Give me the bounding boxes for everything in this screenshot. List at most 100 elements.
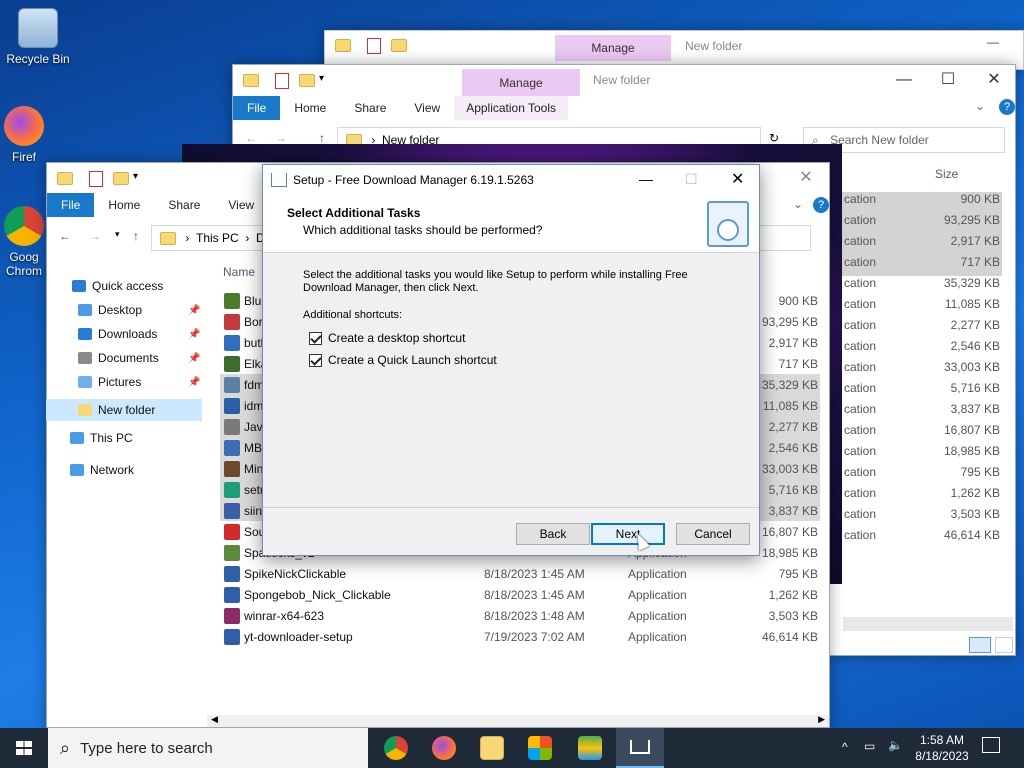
desktop-icon-chrome[interactable]: Goog Chrom: [2, 206, 46, 278]
maximize-button[interactable]: ☐: [925, 65, 971, 95]
recent-locations-icon[interactable]: ▾: [115, 229, 120, 240]
firefox-taskbar-icon[interactable]: [432, 736, 456, 760]
tab-share[interactable]: Share: [154, 198, 214, 212]
start-button[interactable]: [0, 728, 48, 768]
file-row[interactable]: winrar-x64-623 8/18/2023 1:48 AM Applicati…: [220, 605, 820, 626]
taskbar: ⌕ Type here to search ^ ▭ 🔈 1:58 AM 8/18…: [0, 728, 1024, 768]
list-item[interactable]: cation 2,277 KB: [842, 318, 1002, 339]
sidebar-item-downloads[interactable]: Downloads 📌: [78, 327, 200, 341]
sidebar-item-documents[interactable]: Documents 📌: [78, 351, 200, 365]
list-item[interactable]: cation 18,985 KB: [842, 444, 1002, 465]
show-hidden-icons[interactable]: ^: [842, 740, 848, 754]
scroll-right-icon[interactable]: ▶: [818, 714, 825, 725]
list-item[interactable]: cation 2,917 KB: [842, 234, 1002, 255]
desktop-icon-firefox[interactable]: Firef: [2, 106, 46, 164]
manage-tab[interactable]: Manage: [462, 69, 580, 97]
back-button[interactable]: Back: [516, 523, 590, 545]
list-item[interactable]: cation 33,003 KB: [842, 360, 1002, 381]
minimize-button[interactable]: —: [639, 171, 653, 187]
tab-file[interactable]: File: [233, 96, 281, 120]
store-taskbar-icon[interactable]: [528, 736, 552, 760]
taskbar-search-box[interactable]: ⌕ Type here to search: [48, 728, 368, 768]
list-item[interactable]: cation 717 KB: [842, 255, 1002, 276]
horizontal-scrollbar[interactable]: ◀ ▶: [207, 714, 829, 727]
sidebar-item-new-folder[interactable]: New folder: [46, 399, 202, 421]
installer-taskbar-icon[interactable]: [616, 728, 664, 768]
sidebar-item-this-pc[interactable]: This PC: [70, 431, 133, 445]
search-icon: ⌕: [60, 737, 71, 758]
list-item[interactable]: cation 900 KB: [842, 192, 1002, 213]
list-item[interactable]: cation 11,085 KB: [842, 297, 1002, 318]
clock-time: 1:58 AM: [919, 733, 965, 747]
chevron-down-icon[interactable]: ⌄: [793, 197, 803, 211]
list-item[interactable]: cation 2,546 KB: [842, 339, 1002, 360]
desktop-icon-recycle-bin[interactable]: Recycle Bin: [2, 8, 74, 66]
minimize-button[interactable]: —: [881, 65, 927, 95]
column-header-size[interactable]: Size: [935, 167, 958, 181]
list-item[interactable]: cation 3,837 KB: [842, 402, 1002, 423]
help-icon[interactable]: ?: [813, 197, 829, 213]
forward-arrow-icon[interactable]: →: [275, 131, 287, 145]
close-button[interactable]: ✕: [971, 65, 1015, 95]
next-button[interactable]: Next: [591, 523, 665, 545]
up-arrow-icon[interactable]: ↑: [133, 229, 139, 243]
tab-file[interactable]: File: [47, 193, 95, 217]
notifications-icon[interactable]: [982, 737, 1000, 753]
list-item[interactable]: cation 93,295 KB: [842, 213, 1002, 234]
checkbox-quick-launch-shortcut[interactable]: Create a Quick Launch shortcut: [309, 353, 497, 367]
chevron-down-icon[interactable]: ▾: [133, 171, 138, 182]
chevron-down-icon[interactable]: ⌄: [975, 99, 985, 113]
tab-view[interactable]: View: [214, 198, 268, 212]
close-button[interactable]: ✕: [731, 169, 744, 189]
back-arrow-icon[interactable]: ←: [245, 131, 257, 145]
list-item[interactable]: cation 3,503 KB: [842, 507, 1002, 528]
setup-dialog[interactable]: Setup - Free Download Manager 6.19.1.526…: [262, 164, 760, 556]
file-row[interactable]: SpikeNickClickable 8/18/2023 1:45 AM Appli…: [220, 563, 820, 584]
bluestacks-taskbar-icon[interactable]: [578, 736, 602, 760]
checkbox-desktop-shortcut[interactable]: Create a desktop shortcut: [309, 331, 465, 345]
sidebar-item-label: Downloads: [98, 327, 158, 341]
forward-arrow-icon[interactable]: →: [89, 229, 101, 243]
list-item[interactable]: cation 1,262 KB: [842, 486, 1002, 507]
tab-home[interactable]: Home: [280, 101, 340, 115]
dialog-title-bar[interactable]: Setup - Free Download Manager 6.19.1.526…: [263, 165, 759, 195]
tab-application-tools[interactable]: Application Tools: [454, 96, 569, 120]
large-icons-view-button[interactable]: [995, 637, 1013, 653]
list-item[interactable]: cation 5,716 KB: [842, 381, 1002, 402]
refresh-icon[interactable]: ↻: [769, 131, 779, 145]
scroll-left-icon[interactable]: ◀: [211, 714, 218, 725]
list-item[interactable]: cation 795 KB: [842, 465, 1002, 486]
horizontal-scrollbar[interactable]: [843, 617, 1013, 631]
manage-tab[interactable]: Manage: [555, 35, 671, 61]
help-icon[interactable]: ?: [999, 99, 1015, 115]
network-icon[interactable]: ▭: [864, 739, 875, 753]
clock[interactable]: 1:58 AM 8/18/2023: [912, 732, 972, 764]
sidebar-item-quick-access[interactable]: Quick access: [72, 279, 163, 293]
tab-view[interactable]: View: [400, 101, 454, 115]
checkbox[interactable]: [309, 353, 322, 367]
volume-icon[interactable]: 🔈: [888, 738, 903, 752]
checkbox[interactable]: [309, 331, 322, 345]
details-view-button[interactable]: [969, 637, 991, 653]
back-arrow-icon[interactable]: ←: [59, 229, 71, 243]
breadcrumb-this-pc[interactable]: This PC: [196, 231, 239, 245]
file-row[interactable]: Spongebob_Nick_Clickable 8/18/2023 1:45 A…: [220, 584, 820, 605]
file-explorer-taskbar-icon[interactable]: [480, 736, 504, 760]
list-item[interactable]: cation 16,807 KB: [842, 423, 1002, 444]
tab-share[interactable]: Share: [340, 101, 400, 115]
up-arrow-icon[interactable]: ↑: [319, 131, 325, 145]
sidebar-item-network[interactable]: Network: [70, 463, 134, 477]
column-header-name[interactable]: Name: [223, 265, 255, 279]
tab-home[interactable]: Home: [94, 198, 154, 212]
file-row[interactable]: yt-downloader-setup 7/19/2023 7:02 AM Appl…: [220, 626, 820, 647]
file-size: 2,277 KB: [950, 318, 1000, 332]
close-button[interactable]: ✕: [783, 163, 829, 193]
list-item[interactable]: cation 46,614 KB: [842, 528, 1002, 549]
sidebar-item-desktop[interactable]: Desktop 📌: [78, 303, 200, 317]
chevron-down-icon[interactable]: ▾: [319, 73, 324, 84]
sidebar-item-pictures[interactable]: Pictures 📌: [78, 375, 200, 389]
chrome-taskbar-icon[interactable]: [384, 736, 408, 760]
list-item[interactable]: cation 35,329 KB: [842, 276, 1002, 297]
minimize-icon[interactable]: —: [987, 35, 999, 49]
cancel-button[interactable]: Cancel: [676, 523, 750, 545]
